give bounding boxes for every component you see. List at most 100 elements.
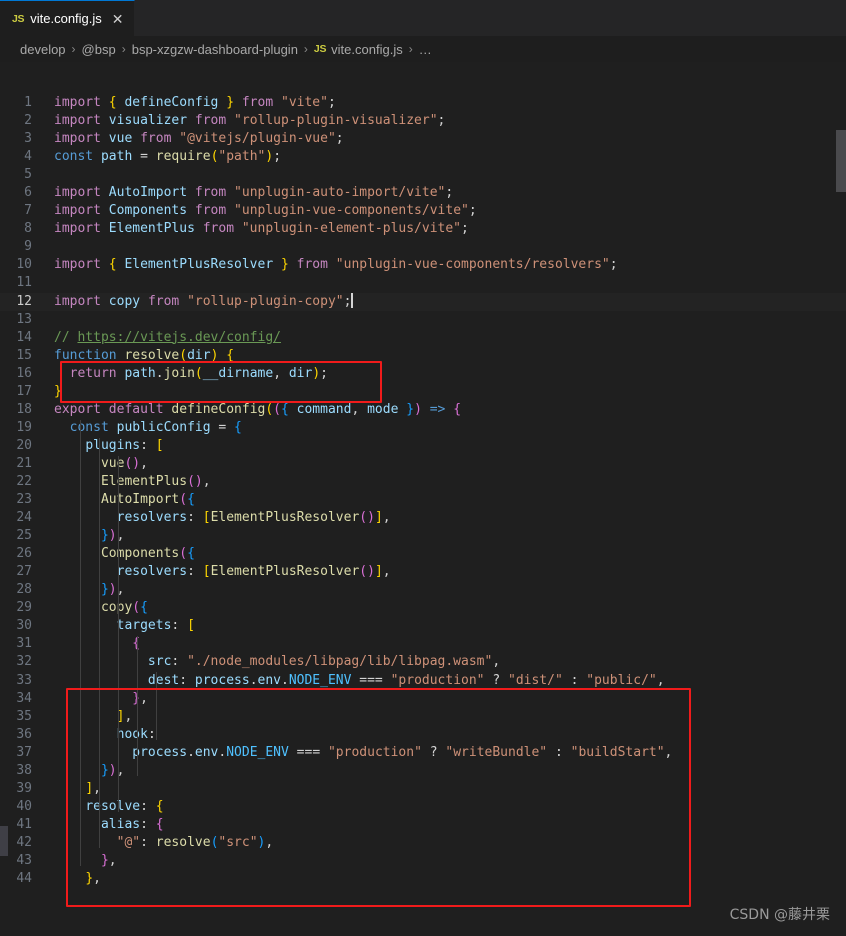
code-line[interactable]: 41 alias: { <box>0 816 846 834</box>
vertical-scrollbar-thumb[interactable] <box>836 130 846 192</box>
breadcrumb-item-file[interactable]: vite.config.js <box>331 42 403 57</box>
code-line[interactable]: 29 copy({ <box>0 599 846 617</box>
code-line[interactable]: 7import Components from "unplugin-vue-co… <box>0 202 846 220</box>
code-line[interactable]: 12import copy from "rollup-plugin-copy"; <box>0 293 846 311</box>
line-number: 15 <box>0 347 50 365</box>
code-token: "buildStart" <box>571 745 665 760</box>
code-line[interactable]: 39 ], <box>0 780 846 798</box>
line-number: 9 <box>0 238 50 256</box>
breadcrumb-item-develop[interactable]: develop <box>20 42 66 57</box>
code-token: ? <box>430 745 438 760</box>
code-line[interactable]: 11 <box>0 274 846 292</box>
line-number: 30 <box>0 617 50 635</box>
code-line[interactable]: 13 <box>0 311 846 329</box>
code-line[interactable]: 10import { ElementPlusResolver } from "u… <box>0 256 846 274</box>
breadcrumb-item-plugin[interactable]: bsp-xzgzw-dashboard-plugin <box>132 42 298 57</box>
code-line[interactable]: 4const path = require("path"); <box>0 148 846 166</box>
code-line[interactable]: 9 <box>0 238 846 256</box>
code-line[interactable]: 22 ElementPlus(), <box>0 473 846 491</box>
code-token: ) <box>109 528 117 543</box>
code-line[interactable]: 8import ElementPlus from "unplugin-eleme… <box>0 220 846 238</box>
code-line[interactable]: 27 resolvers: [ElementPlusResolver()], <box>0 563 846 581</box>
code-token: defineConfig <box>171 402 265 417</box>
code-text: }), <box>50 762 846 780</box>
code-line[interactable]: 15function resolve(dir) { <box>0 347 846 365</box>
code-line[interactable]: 40 resolve: { <box>0 798 846 816</box>
code-line[interactable]: 17} <box>0 383 846 401</box>
line-number: 6 <box>0 184 50 202</box>
code-line[interactable]: 6import AutoImport from "unplugin-auto-i… <box>0 184 846 202</box>
code-token: : <box>140 799 148 814</box>
code-line[interactable]: 2import visualizer from "rollup-plugin-v… <box>0 112 846 130</box>
indent-guide <box>99 438 100 848</box>
code-token: } <box>406 402 414 417</box>
code-line[interactable]: 24 resolvers: [ElementPlusResolver()], <box>0 509 846 527</box>
js-file-icon: JS <box>314 43 326 55</box>
code-line[interactable]: 43 }, <box>0 852 846 870</box>
code-token <box>54 817 101 832</box>
code-line[interactable]: 32 src: "./node_modules/libpag/lib/libpa… <box>0 653 846 671</box>
code-line[interactable]: 23 AutoImport({ <box>0 491 846 509</box>
code-token: } <box>101 528 109 543</box>
code-line[interactable]: 16 return path.join(__dirname, dir); <box>0 365 846 383</box>
code-line[interactable]: 18export default defineConfig(({ command… <box>0 401 846 419</box>
code-token: . <box>281 673 289 688</box>
code-line[interactable]: 37 process.env.NODE_ENV === "production"… <box>0 744 846 762</box>
code-token: "vite" <box>281 95 328 110</box>
code-token: ) <box>367 564 375 579</box>
code-line[interactable]: 26 Components({ <box>0 545 846 563</box>
watermark: CSDN @藤井栗 <box>730 904 830 924</box>
code-token: import <box>54 203 101 218</box>
code-line[interactable]: 20 plugins: [ <box>0 437 846 455</box>
code-line[interactable]: 3import vue from "@vitejs/plugin-vue"; <box>0 130 846 148</box>
code-editor[interactable]: 1import { defineConfig } from "vite";2im… <box>0 62 846 936</box>
line-number: 37 <box>0 744 50 762</box>
js-file-icon: JS <box>12 13 24 25</box>
code-text: import { ElementPlusResolver } from "unp… <box>50 256 846 274</box>
code-token: , <box>265 835 273 850</box>
code-text: }, <box>50 690 846 708</box>
line-number: 38 <box>0 762 50 780</box>
code-line[interactable]: 36 hook: <box>0 726 846 744</box>
code-token: ] <box>375 564 383 579</box>
code-line[interactable]: 31 { <box>0 635 846 653</box>
code-token <box>148 799 156 814</box>
code-line[interactable]: 25 }), <box>0 527 846 545</box>
code-token: ( <box>359 564 367 579</box>
code-line[interactable]: 1import { defineConfig } from "vite"; <box>0 94 846 112</box>
close-icon[interactable]: ✕ <box>112 12 124 26</box>
code-token: } <box>226 95 234 110</box>
code-token: ) <box>109 763 117 778</box>
code-token: [ <box>156 438 164 453</box>
code-token: , <box>383 564 391 579</box>
code-line[interactable]: 5 <box>0 166 846 184</box>
code-line[interactable]: 21 vue(), <box>0 455 846 473</box>
code-token: ) <box>132 456 140 471</box>
code-line[interactable]: 28 }), <box>0 581 846 599</box>
code-text: import Components from "unplugin-vue-com… <box>50 202 846 220</box>
code-token: , <box>383 510 391 525</box>
code-line[interactable]: 33 dest: process.env.NODE_ENV === "produ… <box>0 672 846 690</box>
code-line[interactable]: 34 }, <box>0 690 846 708</box>
code-token: => <box>430 402 446 417</box>
code-token: { <box>453 402 461 417</box>
code-line[interactable]: 44 }, <box>0 870 846 888</box>
code-line[interactable]: 14// https://vitejs.dev/config/ <box>0 329 846 347</box>
line-number: 40 <box>0 798 50 816</box>
tab-vite-config-js[interactable]: JS vite.config.js ✕ <box>0 0 135 36</box>
left-scrollbar-marker[interactable] <box>0 826 8 856</box>
code-token <box>273 95 281 110</box>
code-token: ; <box>445 185 453 200</box>
code-token: publicConfig <box>117 420 211 435</box>
code-text: }, <box>50 852 846 870</box>
code-token: defineConfig <box>124 95 218 110</box>
code-line[interactable]: 30 targets: [ <box>0 617 846 635</box>
code-line[interactable]: 38 }), <box>0 762 846 780</box>
code-line[interactable]: 35 ], <box>0 708 846 726</box>
breadcrumb-item-bsp[interactable]: @bsp <box>82 42 116 57</box>
code-token: ( <box>179 492 187 507</box>
breadcrumb-overflow[interactable]: … <box>419 42 432 57</box>
code-line[interactable]: 42 "@": resolve("src"), <box>0 834 846 852</box>
code-token: ) <box>265 149 273 164</box>
code-line[interactable]: 19 const publicConfig = { <box>0 419 846 437</box>
